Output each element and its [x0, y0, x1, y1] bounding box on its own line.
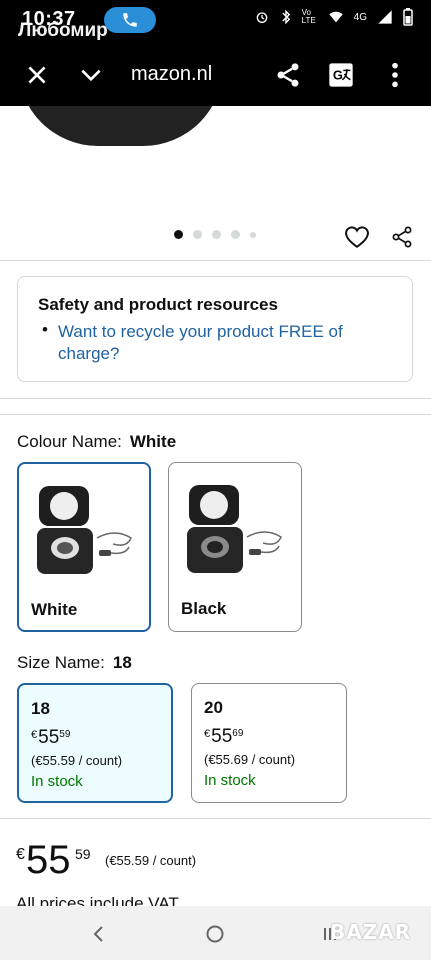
size-option-price: €5559 — [31, 727, 71, 748]
network-type: 4G — [353, 11, 367, 23]
battery-icon — [403, 8, 413, 26]
product-image — [18, 106, 223, 146]
colour-option-label: Black — [181, 599, 227, 618]
status-icons: Vo LTE 4G — [254, 8, 413, 26]
size-option-18[interactable]: 18 €5559 (€55.59 / count) In stock — [17, 683, 173, 803]
system-nav-bar: BAZAR — [0, 906, 431, 960]
url-text[interactable]: mazon.nl — [131, 63, 212, 86]
size-option-20[interactable]: 20 €5569 (€55.69 / count) In stock — [191, 683, 347, 803]
ongoing-call-pill[interactable] — [104, 7, 156, 33]
signal-icon — [378, 10, 392, 24]
carousel-dot[interactable] — [174, 230, 183, 239]
safety-resources-box: Safety and product resources • Want to r… — [17, 276, 413, 382]
size-option-name: 20 — [204, 698, 223, 717]
price-unit: (€55.59 / count) — [105, 853, 197, 868]
browser-top-bar: 10:37 Любомир Vo LTE 4G mazon.nl G — [0, 0, 431, 106]
product-thumbnail — [37, 486, 132, 574]
colour-option-label: White — [31, 600, 78, 619]
carousel-dot[interactable] — [250, 231, 256, 238]
caller-name-overlay: Любомир — [18, 20, 108, 41]
carousel-dot[interactable] — [212, 230, 221, 239]
more-vert-icon[interactable] — [386, 61, 404, 89]
alarm-icon — [256, 12, 267, 23]
home-icon[interactable] — [205, 924, 225, 944]
heart-icon[interactable] — [344, 224, 370, 250]
price-currency: € — [16, 846, 25, 863]
size-option-stock: In stock — [204, 772, 256, 789]
price-fraction: 59 — [75, 846, 91, 862]
carousel-dot[interactable] — [193, 230, 202, 239]
share-icon[interactable] — [274, 61, 302, 89]
colour-option-black[interactable]: Black — [168, 462, 302, 632]
carousel-dot[interactable] — [231, 230, 240, 239]
colour-option-white[interactable]: White — [17, 462, 151, 632]
bluetooth-icon — [281, 9, 290, 25]
back-icon[interactable] — [89, 924, 109, 944]
safety-title: Safety and product resources — [38, 295, 278, 314]
size-name-label: Size Name: 18 — [17, 653, 132, 672]
product-thumbnail — [187, 485, 282, 573]
share-icon[interactable] — [390, 224, 414, 250]
chevron-down-icon[interactable] — [78, 62, 104, 88]
size-selected: 18 — [112, 653, 132, 672]
recycle-link[interactable]: Want to recycle your product FREE of cha… — [58, 321, 378, 365]
divider — [0, 818, 431, 819]
divider — [0, 414, 431, 415]
close-icon[interactable] — [24, 62, 50, 88]
wifi-icon — [328, 11, 343, 23]
watermark-text: BAZAR — [330, 920, 412, 944]
url-row: mazon.nl G — [0, 52, 431, 98]
svg-text:G: G — [333, 68, 343, 83]
phone-icon — [123, 13, 137, 27]
size-option-unit-price: (€55.69 / count) — [204, 752, 296, 767]
price-whole: 55 — [26, 838, 71, 882]
volte-icon: Vo LTE — [301, 8, 316, 25]
size-option-stock: In stock — [31, 773, 83, 790]
carousel-dots — [174, 230, 256, 239]
size-option-unit-price: (€55.59 / count) — [31, 753, 123, 768]
translate-icon[interactable]: G — [327, 61, 355, 89]
bullet: • — [42, 320, 48, 339]
size-option-name: 18 — [31, 699, 50, 718]
colour-name-label: Colour Name: White — [17, 432, 177, 451]
divider — [0, 260, 431, 261]
divider — [0, 398, 431, 399]
size-option-price: €5569 — [204, 726, 244, 747]
colour-selected: White — [129, 432, 177, 451]
